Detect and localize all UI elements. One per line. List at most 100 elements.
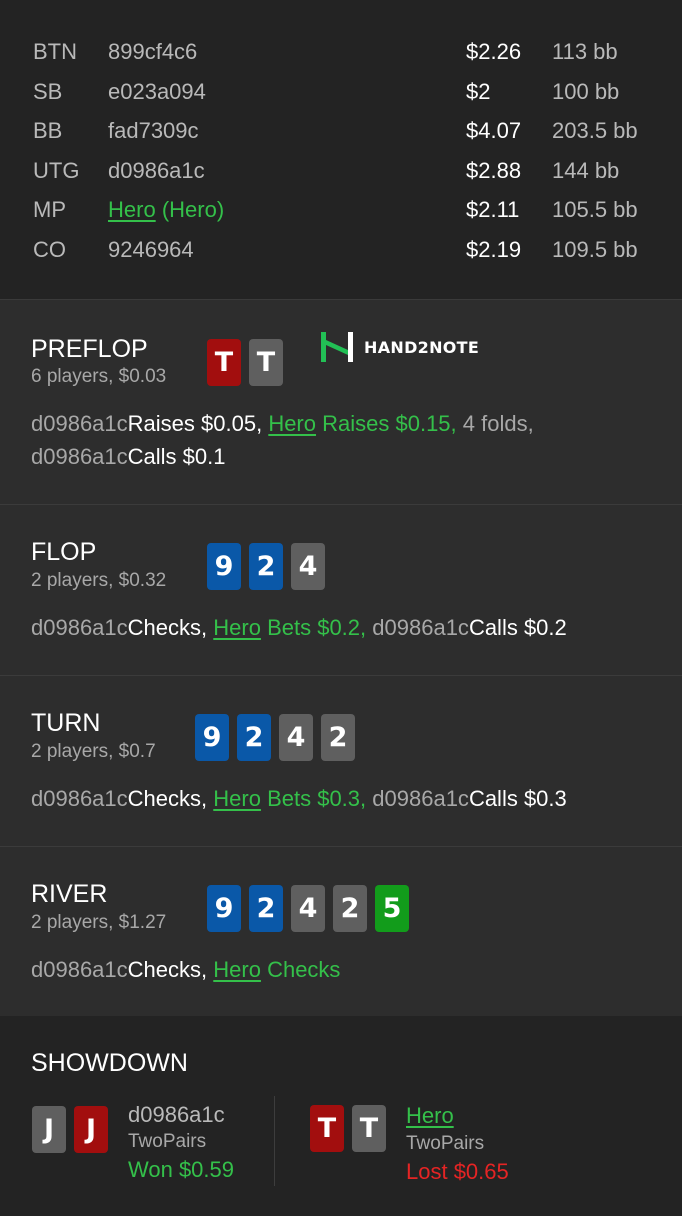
hero-result: Lost $0.65	[406, 1159, 509, 1184]
seat-player-name: 899cf4c6	[108, 39, 198, 64]
street-pot-info: 2 players, $0.7	[31, 741, 156, 762]
seat-position: MP	[33, 197, 66, 222]
seat-row: SB e023a094 $2 100 bb	[0, 72, 682, 112]
street-preflop: PREFLOP 6 players, $0.03 T T HAND2NOTE d…	[0, 300, 682, 505]
seat-stack-bb: 144 bb	[552, 157, 620, 183]
playing-card: 4	[291, 885, 325, 932]
street-title: TURN	[31, 709, 101, 737]
street-actions: d0986a1cChecks, Hero Checks	[31, 953, 662, 986]
playing-card: 9	[207, 885, 241, 932]
hero-action-text: Bets $0.2,	[267, 615, 367, 640]
seat-stack: $2.11	[466, 197, 520, 222]
street-pot-info: 6 players, $0.03	[31, 366, 167, 387]
seat-stack-bb: 105.5 bb	[552, 197, 638, 222]
action-player: d0986a1c	[372, 615, 469, 640]
villain-result: Won $0.59	[128, 1157, 235, 1182]
villain-hand-rank: TwoPairs	[128, 1131, 207, 1152]
playing-card: 4	[279, 714, 313, 761]
playing-card: 2	[333, 885, 367, 932]
hero-link[interactable]: Hero	[213, 786, 261, 811]
hero-link[interactable]: Hero	[213, 615, 261, 640]
seat-stack: $2	[466, 78, 491, 104]
seat-stack: $2.26	[466, 39, 522, 64]
hand2note-logo: HAND2NOTE	[320, 330, 479, 364]
playing-card: 2	[321, 714, 355, 761]
hand-history-panel: BTN 899cf4c6 $2.26 113 bb SB e023a094 $2…	[0, 0, 682, 1216]
hero-hand-rank: TwoPairs	[406, 1133, 485, 1154]
seat-row: CO 9246964 $2.19 109.5 bb	[0, 230, 682, 270]
playing-card: 2	[237, 714, 271, 761]
seat-row: UTG d0986a1c $2.88 144 bb	[0, 151, 682, 191]
seat-stack-bb: 203.5 bb	[552, 118, 638, 143]
seat-position: CO	[33, 236, 66, 262]
hand2note-logo-icon	[321, 332, 353, 362]
action-player: d0986a1c	[31, 411, 128, 436]
showdown-title: SHOWDOWN	[31, 1049, 188, 1077]
seat-stack-bb: 113 bb	[552, 39, 618, 64]
seat-player-name: fad7309c	[108, 118, 199, 143]
seat-stack-bb: 100 bb	[552, 78, 620, 104]
action-player: d0986a1c	[31, 957, 128, 982]
board-cards: 9 2 4	[207, 543, 325, 590]
action-text: Raises $0.05,	[127, 411, 263, 436]
action-text: Checks,	[127, 615, 208, 640]
seat-player-name: e023a094	[108, 78, 206, 104]
street-actions: d0986a1cRaises $0.05, Hero Raises $0.15,…	[31, 407, 662, 473]
street-pot-info: 2 players, $1.27	[31, 912, 167, 933]
seat-player-name: d0986a1c	[108, 157, 205, 183]
action-player: d0986a1c	[372, 786, 469, 811]
seat-stack: $2.88	[466, 157, 522, 183]
playing-card: 2	[249, 885, 283, 932]
showdown-section: SHOWDOWN J J d0986a1c TwoPairs Won $0.59…	[0, 1016, 682, 1216]
seat-position: UTG	[33, 157, 80, 183]
seat-row: BTN 899cf4c6 $2.26 113 bb	[0, 32, 682, 72]
action-player: d0986a1c	[31, 444, 128, 469]
playing-card: T	[352, 1105, 386, 1152]
action-text: Calls $0.2	[468, 615, 567, 640]
showdown-divider	[274, 1096, 275, 1186]
seat-stack: $4.07	[466, 118, 522, 143]
street-title: PREFLOP	[31, 335, 148, 363]
playing-card: 9	[195, 714, 229, 761]
seats-table: BTN 899cf4c6 $2.26 113 bb SB e023a094 $2…	[0, 0, 682, 300]
action-text: Checks,	[127, 786, 208, 811]
hero-hole-cards: T T	[207, 339, 283, 386]
street-title: RIVER	[31, 880, 108, 908]
playing-card: J	[74, 1106, 108, 1153]
playing-card: 2	[249, 543, 283, 590]
playing-card: T	[207, 339, 241, 386]
villain-showdown-cards: J J	[32, 1106, 108, 1153]
seat-player-name: 9246964	[108, 236, 194, 262]
action-text: Checks,	[127, 957, 208, 982]
hero-showdown-cards: T T	[310, 1105, 386, 1152]
playing-card: T	[249, 339, 283, 386]
seat-player-name-hero: Hero (Hero)	[108, 190, 224, 230]
hand2note-logo-text: HAND2NOTE	[364, 337, 480, 357]
folds-text: 4 folds,	[462, 411, 534, 436]
hero-link[interactable]: Hero	[108, 197, 156, 222]
action-player: d0986a1c	[31, 615, 128, 640]
hero-link[interactable]: Hero	[213, 957, 261, 982]
hero-link[interactable]: Hero	[406, 1103, 454, 1129]
street-river: RIVER 2 players, $1.27 9 2 4 2 5 d0986a1…	[0, 847, 682, 1016]
action-text: Calls $0.3	[468, 786, 567, 811]
hero-link[interactable]: Hero	[268, 411, 316, 436]
board-cards: 9 2 4 2	[195, 714, 355, 761]
street-pot-info: 2 players, $0.32	[31, 570, 167, 591]
playing-card: 4	[291, 543, 325, 590]
street-actions: d0986a1cChecks, Hero Bets $0.3, d0986a1c…	[31, 782, 662, 815]
street-title: FLOP	[31, 538, 97, 566]
villain-name: d0986a1c	[128, 1102, 225, 1127]
hero-suffix: (Hero)	[161, 197, 225, 222]
seat-stack: $2.19	[466, 236, 522, 262]
seat-stack-bb: 109.5 bb	[552, 236, 638, 262]
playing-card: 9	[207, 543, 241, 590]
action-player: d0986a1c	[31, 786, 128, 811]
hero-action-text: Bets $0.3,	[267, 786, 367, 811]
hero-action-text: Checks	[267, 957, 341, 982]
board-cards: 9 2 4 2 5	[207, 885, 409, 932]
playing-card: 5	[375, 885, 409, 932]
hero-action-text: Raises $0.15,	[322, 411, 457, 436]
action-text: Calls $0.1	[127, 444, 226, 469]
seat-row-hero: MP Hero (Hero) $2.11 105.5 bb	[0, 190, 682, 230]
